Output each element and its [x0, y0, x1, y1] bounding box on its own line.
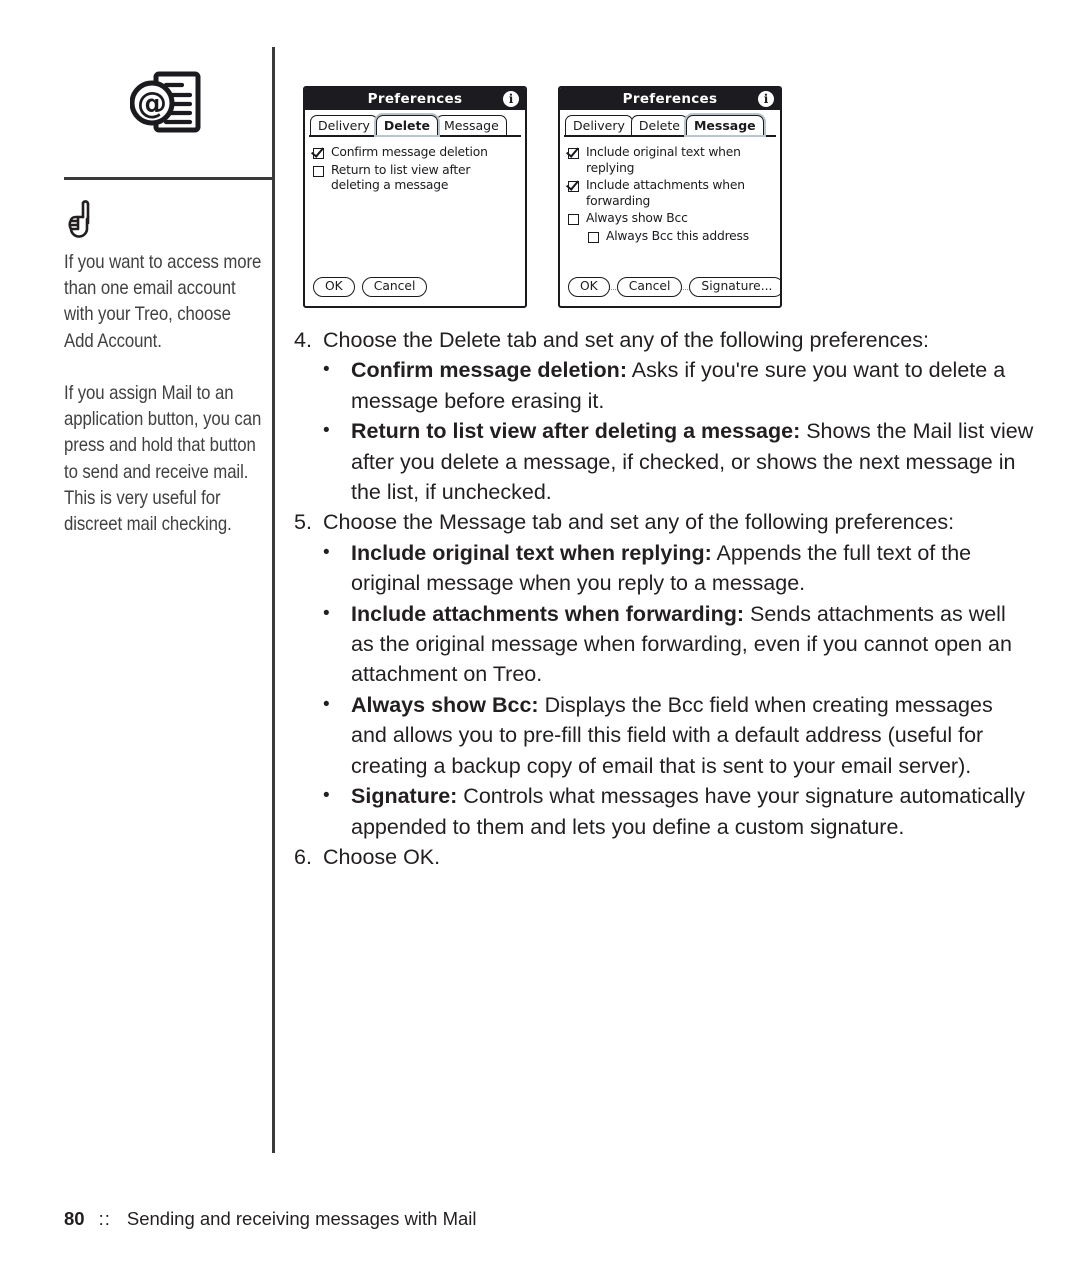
bullet-dot: • [323, 420, 330, 442]
step-4-bullets: • Confirm message deletion: Asks if you'… [294, 355, 1034, 507]
bullet-text: Always show Bcc: Displays the Bcc field … [351, 690, 1034, 781]
checkbox-label: Return to list view after deleting a mes… [331, 162, 471, 193]
page-footer: 80 :: Sending and receiving messages wit… [64, 1208, 477, 1230]
manual-page: @ If you want to access more than one em… [0, 0, 1080, 1280]
sidebar-tip-1: If you want to access more than one emai… [64, 251, 262, 352]
bullet-dot: • [323, 693, 330, 715]
checkbox-label: Confirm message deletion [331, 145, 488, 159]
dialog-button-row: OK Cancel Signature... [568, 277, 780, 297]
dialog-tab-strip: Delivery Delete Message [305, 112, 525, 135]
step-5-bullets: • Include original text when replying: A… [294, 538, 1034, 842]
instruction-column: 4. Choose the Delete tab and set any of … [294, 325, 1034, 872]
ok-button[interactable]: OK [568, 277, 610, 297]
bullet-term: Return to list view after deleting a mes… [351, 419, 801, 444]
dialog-title: Preferences [622, 91, 718, 107]
step-number: 6. [294, 844, 312, 869]
dialog-title: Preferences [367, 91, 463, 107]
checkbox-include-original-text[interactable]: Include original text when replying [568, 145, 776, 176]
page-number: 80 [64, 1208, 85, 1229]
dialog-body: Include original text when replying Incl… [560, 137, 780, 277]
tab-delivery[interactable]: Delivery [310, 115, 378, 135]
bullet-dot: • [323, 785, 330, 807]
checkbox-confirm-message-deletion[interactable]: Confirm message deletion [313, 145, 521, 161]
bullet-term: Confirm message deletion: [351, 358, 627, 383]
step-number: 4. [294, 328, 312, 352]
checkbox-label: Include attachments when forwarding [586, 178, 745, 208]
info-icon[interactable]: i [503, 91, 519, 107]
checkbox-box[interactable] [588, 231, 599, 243]
dialog-body: Confirm message deletion Return to list … [305, 137, 525, 277]
tab-message[interactable]: Message [685, 115, 764, 135]
checkbox-box[interactable] [568, 214, 579, 225]
footer-section-title: Sending and receiving messages with Mail [126, 1208, 477, 1229]
info-icon[interactable]: i [758, 91, 774, 107]
tab-delivery[interactable]: Delivery [565, 115, 633, 135]
column-divider-vertical [272, 47, 275, 1153]
bullet-term: Signature: [351, 784, 458, 809]
checkbox-return-to-list-view[interactable]: Return to list view after deleting a mes… [313, 163, 521, 194]
bullet-term: Always show Bcc: [351, 692, 539, 717]
step-6: 6. Choose OK. [294, 842, 1034, 872]
bullet-include-attachments: • Include attachments when forwarding: S… [294, 599, 1034, 690]
tab-delete[interactable]: Delete [375, 115, 438, 135]
tab-message[interactable]: Message [435, 115, 507, 135]
svg-text:@: @ [137, 86, 167, 121]
bullet-dot: • [323, 541, 330, 563]
checkbox-box[interactable] [313, 148, 324, 159]
checkbox-always-bcc-this-address[interactable]: Always Bcc this address [568, 229, 776, 245]
bullet-always-show-bcc: • Always show Bcc: Displays the Bcc fiel… [294, 690, 1034, 781]
step-text: Choose OK. [323, 844, 441, 869]
bullet-text: Include original text when replying: App… [351, 538, 1034, 599]
bullet-term: Include attachments when forwarding: [351, 601, 745, 626]
signature-button[interactable]: Signature... [689, 277, 780, 297]
dialog-titlebar: Preferences i [305, 88, 525, 110]
checkbox-include-attachments[interactable]: Include attachments when forwarding [568, 178, 776, 209]
bullet-signature: • Signature: Controls what messages have… [294, 781, 1034, 842]
dialog-button-row: OK Cancel [313, 277, 428, 297]
bullet-text: Signature: Controls what messages have y… [351, 781, 1034, 842]
checkbox-box[interactable] [313, 165, 324, 177]
bullet-include-original-text: • Include original text when replying: A… [294, 538, 1034, 599]
dialog-titlebar: Preferences i [560, 88, 780, 110]
sidebar-tip-2: If you assign Mail to an application but… [64, 382, 262, 536]
bullet-return-to-list-view: • Return to list view after deleting a m… [294, 416, 1034, 507]
bullet-term: Include original text when replying: [351, 540, 712, 565]
pointing-hand-icon [62, 198, 102, 238]
bullet-dot: • [323, 602, 330, 624]
checkbox-label: Always Bcc this address [606, 228, 749, 243]
bullet-dot: • [323, 359, 330, 381]
bullet-confirm-message-deletion: • Confirm message deletion: Asks if you'… [294, 355, 1034, 416]
bullet-text: Return to list view after deleting a mes… [351, 416, 1034, 507]
step-5: 5. Choose the Message tab and set any of… [294, 507, 1034, 537]
sidebar-divider-horizontal [64, 177, 275, 180]
checkbox-always-show-bcc[interactable]: Always show Bcc [568, 211, 776, 227]
cancel-button[interactable]: Cancel [616, 277, 683, 297]
preferences-message-dialog: Preferences i Delivery Delete Message In… [558, 86, 782, 308]
bullet-text: Include attachments when forwarding: Sen… [351, 599, 1034, 690]
preferences-delete-dialog: Preferences i Delivery Delete Message Co… [303, 86, 527, 308]
dialog-tab-strip: Delivery Delete Message [560, 112, 780, 135]
step-4: 4. Choose the Delete tab and set any of … [294, 325, 1034, 355]
email-document-icon: @ [130, 70, 208, 138]
checkbox-label: Always show Bcc [586, 211, 688, 225]
ok-button[interactable]: OK [313, 277, 355, 297]
step-number: 5. [294, 510, 312, 535]
checkbox-box[interactable] [568, 148, 579, 159]
step-text: Choose the Delete tab and set any of the… [323, 328, 929, 352]
tab-delete[interactable]: Delete [630, 115, 688, 135]
checkbox-box[interactable] [568, 181, 579, 192]
footer-separator: :: [98, 1208, 111, 1229]
checkbox-label: Include original text when replying [586, 145, 741, 175]
cancel-button[interactable]: Cancel [361, 277, 428, 297]
step-text: Choose the Message tab and set any of th… [323, 510, 955, 535]
bullet-text: Confirm message deletion: Asks if you're… [351, 355, 1034, 416]
